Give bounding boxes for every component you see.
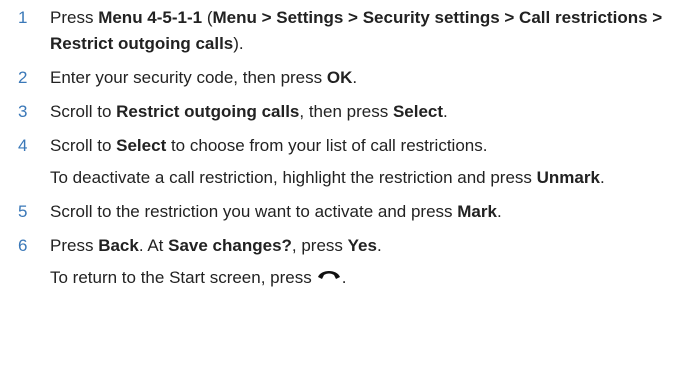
step-3: 3 Scroll to Restrict outgoing calls, the… [18, 99, 682, 125]
step-4: 4 Scroll to Select to choose from your l… [18, 133, 682, 159]
key-label: Yes [347, 236, 377, 255]
step-text: Enter your security code, then press OK. [50, 68, 358, 87]
menu-shortcut: Menu 4-5-1-1 [98, 8, 203, 27]
step-1: 1 Press Menu 4-5-1-1 (Menu > Settings > … [18, 5, 682, 57]
menu-option: Restrict outgoing calls [116, 102, 300, 121]
step-4-note: To deactivate a call restriction, highli… [50, 168, 605, 187]
end-call-key-icon [316, 264, 342, 290]
step-6: 6 Press Back. At Save changes?, press Ye… [18, 233, 682, 259]
step-text: Press Menu 4-5-1-1 (Menu > Settings > Se… [50, 8, 663, 53]
step-number: 6 [18, 236, 28, 255]
step-number: 5 [18, 202, 28, 221]
step-5: 5 Scroll to the restriction you want to … [18, 199, 682, 225]
step-text: Scroll to Restrict outgoing calls, then … [50, 102, 448, 121]
key-label: Back [98, 236, 139, 255]
key-label: Mark [457, 202, 497, 221]
key-label: OK [326, 68, 353, 87]
step-number: 3 [18, 102, 28, 121]
step-number: 1 [18, 8, 28, 27]
menu-option: Select [116, 136, 167, 155]
step-text: Scroll to Select to choose from your lis… [50, 136, 488, 155]
step-text: Press Back. At Save changes?, press Yes. [50, 236, 382, 255]
step-2: 2 Enter your security code, then press O… [18, 65, 682, 91]
key-label: Unmark [536, 168, 600, 187]
step-6-note: To return to the Start screen, press. [18, 265, 682, 291]
step-text: Scroll to the restriction you want to ac… [50, 202, 502, 221]
prompt-label: Save changes? [168, 236, 292, 255]
key-label: Select [392, 102, 444, 121]
step-number: 2 [18, 68, 28, 87]
instruction-steps: 1 Press Menu 4-5-1-1 (Menu > Settings > … [18, 5, 682, 299]
step-number: 4 [18, 136, 28, 155]
